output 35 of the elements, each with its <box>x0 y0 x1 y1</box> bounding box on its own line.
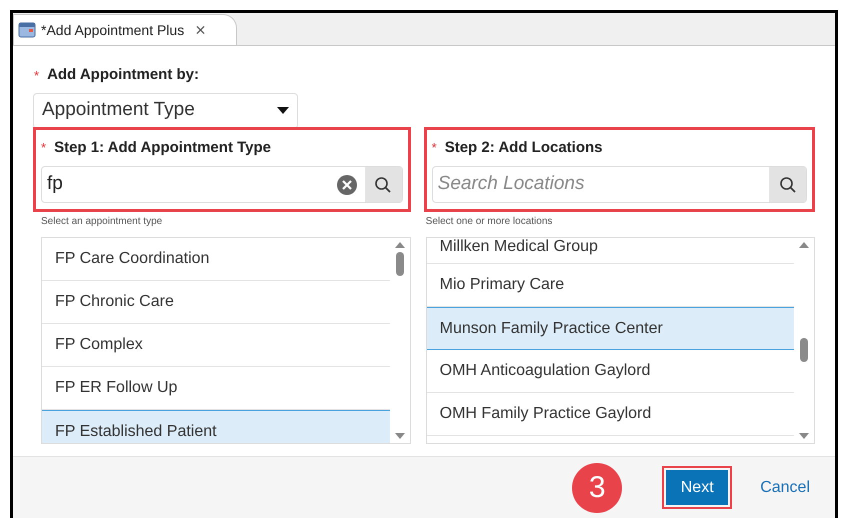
search-field[interactable]: fp <box>41 166 403 203</box>
search-button[interactable] <box>364 167 402 202</box>
hint-text: Select one or more locations <box>426 215 554 229</box>
dropdown[interactable]: Appointment Type <box>33 92 298 128</box>
cancel-link[interactable]: Cancel <box>760 476 810 500</box>
field-label: Step 2: Add Locations <box>444 138 603 158</box>
search-icon <box>778 176 796 194</box>
field-label: Step 1: Add Appointment Type <box>54 138 271 158</box>
tab[interactable]: *Add Appointment Plus × <box>13 14 237 45</box>
scroll-down-icon[interactable] <box>394 433 405 439</box>
calendar-window-icon <box>18 22 36 38</box>
tab-title: *Add Appointment Plus <box>41 20 184 40</box>
scrollbar-thumb[interactable] <box>396 252 404 276</box>
required-mark: * <box>41 139 46 157</box>
search-field[interactable]: Search Locations <box>432 166 807 203</box>
search-input[interactable]: fp <box>42 170 337 199</box>
list-item[interactable]: Millken Medical Group <box>426 238 794 264</box>
step-badge: 3 <box>572 462 622 512</box>
search-icon <box>374 176 392 194</box>
hint-text: Select an appointment type <box>41 215 164 229</box>
field-label: Add Appointment by: <box>47 65 199 85</box>
search-button[interactable] <box>769 167 806 202</box>
caret-icon <box>277 107 289 114</box>
scrollbar-thumb[interactable] <box>800 338 808 362</box>
scroll-up-icon[interactable] <box>394 242 405 248</box>
search-input[interactable]: Search Locations <box>432 170 769 199</box>
clear-icon[interactable] <box>336 174 357 194</box>
required-mark: * <box>34 66 40 84</box>
required-mark: * <box>432 139 437 157</box>
close-button[interactable]: × <box>195 21 206 39</box>
scroll-up-icon[interactable] <box>799 242 809 248</box>
scroll-down-icon[interactable] <box>799 433 809 439</box>
next-button[interactable]: Next <box>666 470 728 505</box>
list-item[interactable]: Munson Family Practice Center <box>426 307 794 350</box>
list-item[interactable]: FP Established Patient <box>42 410 390 443</box>
